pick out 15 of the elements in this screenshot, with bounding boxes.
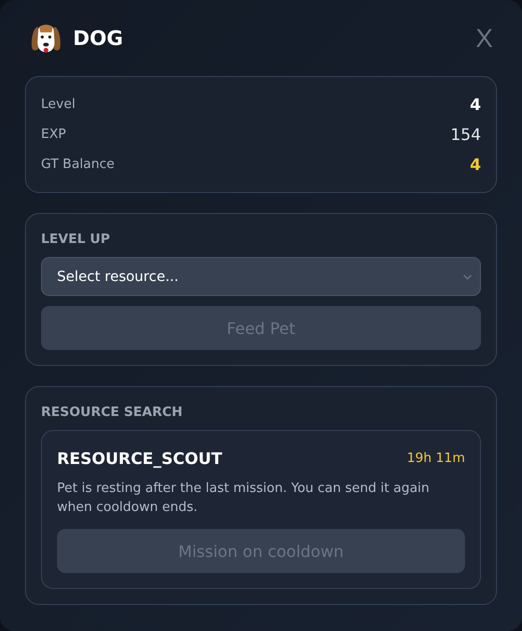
section-heading: LEVEL UP: [41, 232, 111, 247]
resource-select[interactable]: Select resource...: [41, 257, 481, 296]
stat-value: 154: [450, 125, 481, 144]
cooldown-timer: 19h 11m: [406, 451, 465, 466]
stat-label: Level: [41, 97, 76, 112]
section-heading: RESOURCE SEARCH: [41, 405, 184, 420]
mission-description: Pet is resting after the last mission. You can send it again when cooldown ends.: [57, 480, 430, 517]
stat-label: GT Balance: [41, 157, 115, 172]
close-button[interactable]: X: [476, 22, 497, 54]
mission-name: RESOURCE_SCOUT: [57, 449, 222, 468]
chevron-down-icon: [463, 274, 472, 280]
stat-value: 4: [470, 155, 481, 174]
stat-label: EXP: [41, 127, 66, 142]
window-title: DOG: [73, 26, 124, 50]
stat-value: 4: [470, 95, 481, 114]
